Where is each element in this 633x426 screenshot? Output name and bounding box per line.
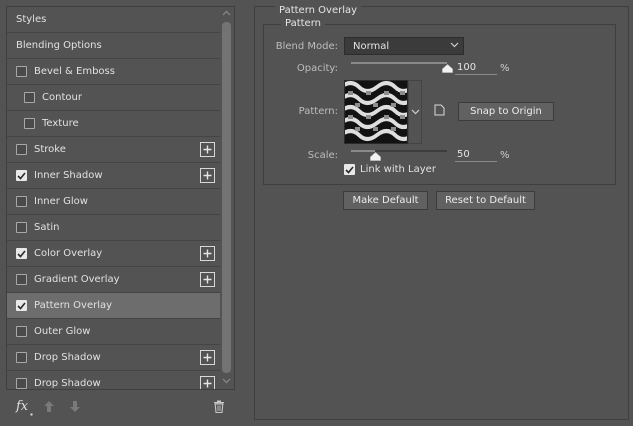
pattern-label: Pattern: xyxy=(298,106,338,117)
style-checkbox[interactable] xyxy=(16,66,27,77)
add-effect-button[interactable] xyxy=(200,142,215,157)
blend-mode-value: Normal xyxy=(353,40,390,52)
style-item-gradient-overlay[interactable]: Gradient Overlay xyxy=(7,267,220,293)
blend-mode-label: Blend Mode: xyxy=(275,41,338,52)
checkmark-icon xyxy=(17,171,26,180)
blend-mode-select[interactable]: Normal xyxy=(344,37,464,55)
add-effect-button[interactable] xyxy=(200,376,215,389)
reset-to-default-button[interactable]: Reset to Default xyxy=(436,191,535,210)
style-checkbox[interactable] xyxy=(16,326,27,337)
styles-toolbar: fx xyxy=(6,394,235,422)
trash-icon[interactable] xyxy=(213,400,225,413)
chevron-down-icon xyxy=(411,109,419,115)
pattern-picker-dropdown[interactable] xyxy=(408,80,422,144)
section-title: Pattern xyxy=(281,18,325,29)
style-checkbox[interactable] xyxy=(16,144,27,155)
group-title: Pattern Overlay xyxy=(275,5,362,16)
fx-menu-dot xyxy=(30,413,33,416)
add-effect-button[interactable] xyxy=(200,246,215,261)
style-checkbox[interactable] xyxy=(24,92,35,103)
style-checkbox[interactable] xyxy=(16,274,27,285)
pattern-swatch[interactable] xyxy=(339,80,415,144)
make-default-button[interactable]: Make Default xyxy=(343,191,428,210)
style-item-label: Gradient Overlay xyxy=(34,274,120,285)
opacity-slider-fill xyxy=(351,62,447,64)
arrow-down-icon[interactable] xyxy=(69,400,81,413)
new-preset-icon[interactable] xyxy=(434,104,445,116)
scale-input[interactable]: 50 xyxy=(455,148,497,162)
style-item-label: Styles xyxy=(16,14,47,25)
style-item-pattern-overlay[interactable]: Pattern Overlay xyxy=(7,293,220,319)
styles-list-panel: Styles Blending Options Bevel & Emboss Cont… xyxy=(6,6,235,390)
style-item-inner-glow[interactable]: Inner Glow xyxy=(7,189,220,215)
style-item-label: Contour xyxy=(42,92,82,103)
scale-slider[interactable] xyxy=(351,150,447,152)
style-item-label: Bevel & Emboss xyxy=(34,66,115,77)
style-item-label: Drop Shadow xyxy=(34,352,101,363)
style-checkbox[interactable] xyxy=(16,248,27,259)
scrollbar-thumb[interactable] xyxy=(222,22,231,373)
fx-icon[interactable]: fx xyxy=(16,399,28,414)
scroll-down-icon[interactable] xyxy=(222,378,231,384)
plus-icon xyxy=(203,353,212,362)
checkmark-icon xyxy=(345,165,354,174)
arrow-up-icon[interactable] xyxy=(43,400,55,413)
style-item-label: Satin xyxy=(34,222,60,233)
checkmark-icon xyxy=(17,301,26,310)
style-item-contour[interactable]: Contour xyxy=(7,85,220,111)
style-checkbox[interactable] xyxy=(16,196,27,207)
opacity-slider[interactable] xyxy=(351,62,447,64)
add-effect-button[interactable] xyxy=(200,350,215,365)
link-with-layer-label: Link with Layer xyxy=(360,164,436,175)
snap-to-origin-button[interactable]: Snap to Origin xyxy=(458,102,554,121)
checkmark-icon xyxy=(17,249,26,258)
style-item-label: Drop Shadow xyxy=(34,378,101,389)
pattern-preview-image xyxy=(339,81,415,143)
plus-icon xyxy=(203,249,212,258)
style-item-label: Outer Glow xyxy=(34,326,91,337)
style-item-bevel-emboss[interactable]: Bevel & Emboss xyxy=(7,59,220,85)
style-checkbox[interactable] xyxy=(16,170,27,181)
opacity-input[interactable]: 100 xyxy=(455,61,497,75)
style-item-stroke[interactable]: Stroke xyxy=(7,137,220,163)
style-item-label: Color Overlay xyxy=(34,248,103,259)
scale-label: Scale: xyxy=(307,150,338,161)
link-with-layer-checkbox[interactable] xyxy=(344,164,355,175)
style-checkbox[interactable] xyxy=(16,300,27,311)
style-item-label: Inner Shadow xyxy=(34,170,103,181)
plus-icon xyxy=(203,275,212,284)
style-item-label: Texture xyxy=(42,118,79,129)
style-item-outer-glow[interactable]: Outer Glow xyxy=(7,319,220,345)
plus-icon xyxy=(203,171,212,180)
style-item-label: Inner Glow xyxy=(34,196,88,207)
opacity-label: Opacity: xyxy=(296,63,338,74)
style-item-inner-shadow[interactable]: Inner Shadow xyxy=(7,163,220,189)
chevron-down-icon xyxy=(450,42,459,48)
style-checkbox[interactable] xyxy=(16,352,27,363)
style-item-label: Blending Options xyxy=(16,40,102,51)
style-item-blending-options[interactable]: Blending Options xyxy=(7,33,220,59)
opacity-unit: % xyxy=(500,63,510,74)
style-item-color-overlay[interactable]: Color Overlay xyxy=(7,241,220,267)
style-item-label: Pattern Overlay xyxy=(34,300,113,311)
plus-icon xyxy=(203,379,212,388)
scale-unit: % xyxy=(500,150,510,161)
style-item-label: Stroke xyxy=(34,144,66,155)
style-item-texture[interactable]: Texture xyxy=(7,111,220,137)
style-item-drop-shadow[interactable]: Drop Shadow xyxy=(7,371,220,389)
style-checkbox[interactable] xyxy=(16,378,27,389)
add-effect-button[interactable] xyxy=(200,272,215,287)
add-effect-button[interactable] xyxy=(200,168,215,183)
style-item-drop-shadow[interactable]: Drop Shadow xyxy=(7,345,220,371)
style-checkbox[interactable] xyxy=(24,118,35,129)
style-checkbox[interactable] xyxy=(16,222,27,233)
style-item-styles[interactable]: Styles xyxy=(7,7,220,33)
scale-slider-handle[interactable] xyxy=(369,152,381,161)
plus-icon xyxy=(203,145,212,154)
scroll-up-icon[interactable] xyxy=(222,10,231,16)
opacity-slider-handle[interactable] xyxy=(441,64,453,73)
style-item-satin[interactable]: Satin xyxy=(7,215,220,241)
styles-list-scrollbar[interactable] xyxy=(220,8,233,388)
